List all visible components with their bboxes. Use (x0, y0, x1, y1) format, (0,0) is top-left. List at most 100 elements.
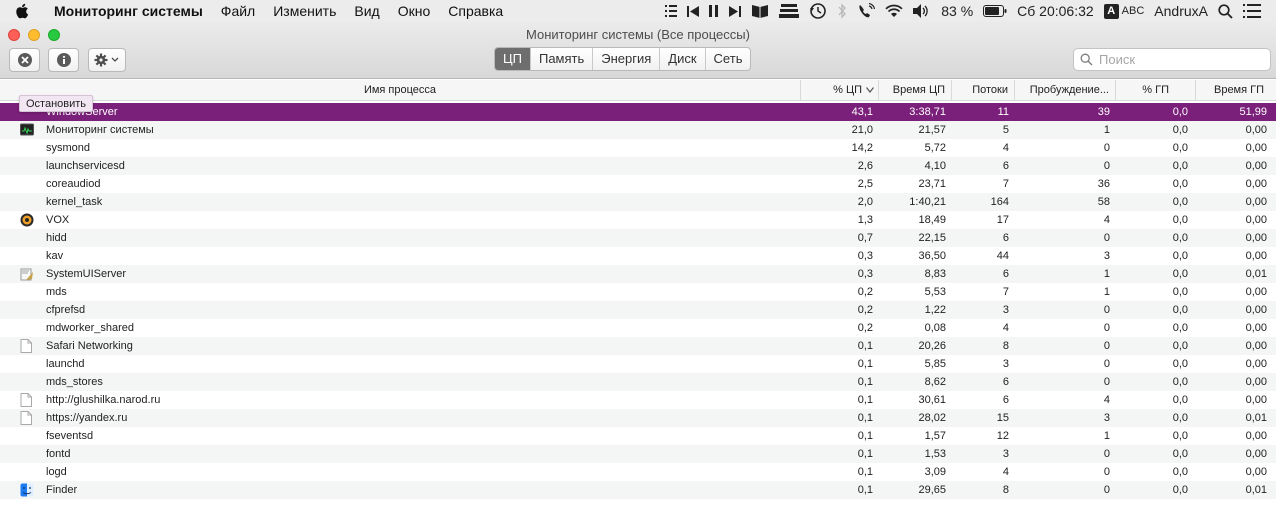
stop-icon (17, 53, 32, 67)
stack-icon[interactable] (779, 0, 800, 22)
gpu-time-cell: 0,00 (1245, 466, 1267, 478)
process-name-cell: kernel_task (46, 196, 103, 208)
table-row[interactable]: Finder 0,1 29,65 8 0 0,0 0,01 (0, 481, 1276, 499)
idle-wake-ups-cell: 0 (1103, 160, 1110, 172)
next-track-icon[interactable] (729, 0, 742, 22)
pause-icon[interactable] (709, 0, 719, 22)
column-header-cpu-time[interactable]: Время ЦП (878, 80, 951, 101)
threads-cell: 7 (1002, 178, 1009, 190)
table-row[interactable]: https://yandex.ru 0,1 28,02 15 3 0,0 0,01 (0, 409, 1276, 427)
table-row[interactable]: Мониторинг системы 21,0 21,57 5 1 0,0 0,00 (0, 121, 1276, 139)
column-header-threads[interactable]: Потоки (951, 80, 1014, 101)
user-name[interactable]: AndruxA (1154, 0, 1208, 22)
column-header-cpu-percent[interactable]: % ЦП (800, 80, 878, 101)
gpu-time-cell: 0,00 (1245, 214, 1267, 226)
threads-cell: 6 (1002, 268, 1009, 280)
volume-icon[interactable] (913, 0, 931, 22)
cpu-percent-cell: 0,1 (857, 412, 873, 424)
menu-window[interactable]: Окно (389, 3, 440, 19)
cpu-time-cell: 8,62 (924, 376, 946, 388)
gpu-percent-cell: 0,0 (1172, 412, 1188, 424)
previous-track-icon[interactable] (687, 0, 700, 22)
tab-disk[interactable]: Диск (659, 48, 704, 70)
menu-app-name[interactable]: Мониторинг системы (44, 3, 212, 19)
table-row[interactable]: coreaudiod 2,5 23,71 7 36 0,0 0,00 (0, 175, 1276, 193)
table-row[interactable]: logd 0,1 3,09 4 0 0,0 0,00 (0, 463, 1276, 481)
battery-percent[interactable]: 83 % (941, 0, 973, 22)
table-row[interactable]: sysmond 14,2 5,72 4 0 0,0 0,00 (0, 139, 1276, 157)
column-header-gpu-percent[interactable]: % ГП (1115, 80, 1195, 101)
notebook-icon[interactable] (751, 0, 769, 22)
inspect-process-button[interactable] (48, 48, 79, 72)
wifi-icon[interactable] (885, 0, 903, 22)
column-header-idle-wake-ups[interactable]: Пробуждение... (1014, 80, 1115, 101)
cpu-time-cell: 5,72 (924, 142, 946, 154)
notification-center-icon[interactable] (1243, 0, 1261, 22)
list-icon[interactable] (665, 0, 678, 22)
cpu-percent-cell: 0,2 (857, 286, 873, 298)
table-row[interactable]: hidd 0,7 22,15 6 0 0,0 0,00 (0, 229, 1276, 247)
tab-energy[interactable]: Энергия (592, 48, 659, 70)
document-icon (20, 393, 34, 407)
apple-menu-icon[interactable] (0, 3, 44, 19)
battery-icon[interactable] (983, 0, 1007, 22)
tab-network[interactable]: Сеть (704, 48, 751, 70)
action-menu-button[interactable] (88, 48, 126, 72)
table-row[interactable]: fseventsd 0,1 1,57 12 1 0,0 0,00 (0, 427, 1276, 445)
clock[interactable]: Сб 20:06:32 (1017, 0, 1094, 22)
column-header-gpu-time[interactable]: Время ГП (1195, 80, 1276, 101)
table-row[interactable]: kernel_task 2,0 1:40,21 164 58 0,0 0,00 (0, 193, 1276, 211)
gpu-percent-cell: 0,0 (1172, 484, 1188, 496)
menu-view[interactable]: Вид (345, 3, 388, 19)
menu-file[interactable]: Файл (212, 3, 264, 19)
table-row[interactable]: mds 0,2 5,53 7 1 0,0 0,00 (0, 283, 1276, 301)
table-row[interactable]: launchd 0,1 5,85 3 0 0,0 0,00 (0, 355, 1276, 373)
input-source[interactable]: A ABC (1103, 0, 1144, 22)
time-machine-icon[interactable] (809, 0, 827, 22)
table-row[interactable]: cfprefsd 0,2 1,22 3 0 0,0 0,00 (0, 301, 1276, 319)
gpu-percent-cell: 0,0 (1172, 268, 1188, 280)
bluetooth-icon[interactable] (837, 0, 847, 22)
table-row[interactable]: SystemUIServer 0,3 8,83 6 1 0,0 0,01 (0, 265, 1276, 283)
search-field[interactable] (1073, 48, 1271, 71)
cpu-percent-cell: 0,7 (857, 232, 873, 244)
table-row[interactable]: mds_stores 0,1 8,62 6 0 0,0 0,00 (0, 373, 1276, 391)
cpu-time-cell: 23,71 (918, 178, 946, 190)
process-name-cell: Safari Networking (46, 340, 133, 352)
cpu-percent-cell: 1,3 (857, 214, 873, 226)
table-row[interactable]: kav 0,3 36,50 44 3 0,0 0,00 (0, 247, 1276, 265)
table-row[interactable]: mdworker_shared 0,2 0,08 4 0 0,0 0,00 (0, 319, 1276, 337)
search-input[interactable] (1099, 52, 1259, 67)
gpu-time-cell: 0,01 (1245, 268, 1267, 280)
column-header-process-name[interactable]: Имя процесса (0, 80, 800, 101)
tab-memory[interactable]: Память (529, 48, 592, 70)
gpu-percent-cell: 0,0 (1172, 448, 1188, 460)
gpu-time-cell: 0,00 (1245, 376, 1267, 388)
threads-cell: 17 (996, 214, 1009, 226)
table-row[interactable]: WindowServer 43,1 3:38,71 11 39 0,0 51,99 (0, 103, 1276, 121)
gpu-percent-cell: 0,0 (1172, 178, 1188, 190)
idle-wake-ups-cell: 0 (1103, 304, 1110, 316)
process-name-cell: launchd (46, 358, 85, 370)
idle-wake-ups-cell: 1 (1103, 124, 1110, 136)
threads-cell: 11 (997, 106, 1009, 118)
spotlight-icon[interactable] (1218, 0, 1233, 22)
table-row[interactable]: VOX 1,3 18,49 17 4 0,0 0,00 (0, 211, 1276, 229)
table-row[interactable]: Safari Networking 0,1 20,26 8 0 0,0 0,00 (0, 337, 1276, 355)
stop-process-button[interactable] (9, 48, 40, 72)
finder-icon (20, 483, 34, 497)
table-row[interactable]: fontd 0,1 1,53 3 0 0,0 0,00 (0, 445, 1276, 463)
menu-edit[interactable]: Изменить (264, 3, 345, 19)
cpu-time-cell: 22,15 (918, 232, 946, 244)
gpu-time-cell: 0,00 (1245, 340, 1267, 352)
tab-cpu[interactable]: ЦП (495, 48, 530, 70)
cpu-time-cell: 20,26 (918, 340, 946, 352)
phone-icon[interactable] (857, 0, 876, 22)
idle-wake-ups-cell: 0 (1103, 232, 1110, 244)
table-row[interactable]: launchservicesd 2,6 4,10 6 0 0,0 0,00 (0, 157, 1276, 175)
gpu-time-cell: 0,00 (1245, 124, 1267, 136)
table-row[interactable]: http://glushilka.narod.ru 0,1 30,61 6 4 0,0 0,… (0, 391, 1276, 409)
vox-icon (20, 213, 34, 227)
menu-help[interactable]: Справка (439, 3, 512, 19)
threads-cell: 5 (1002, 124, 1009, 136)
